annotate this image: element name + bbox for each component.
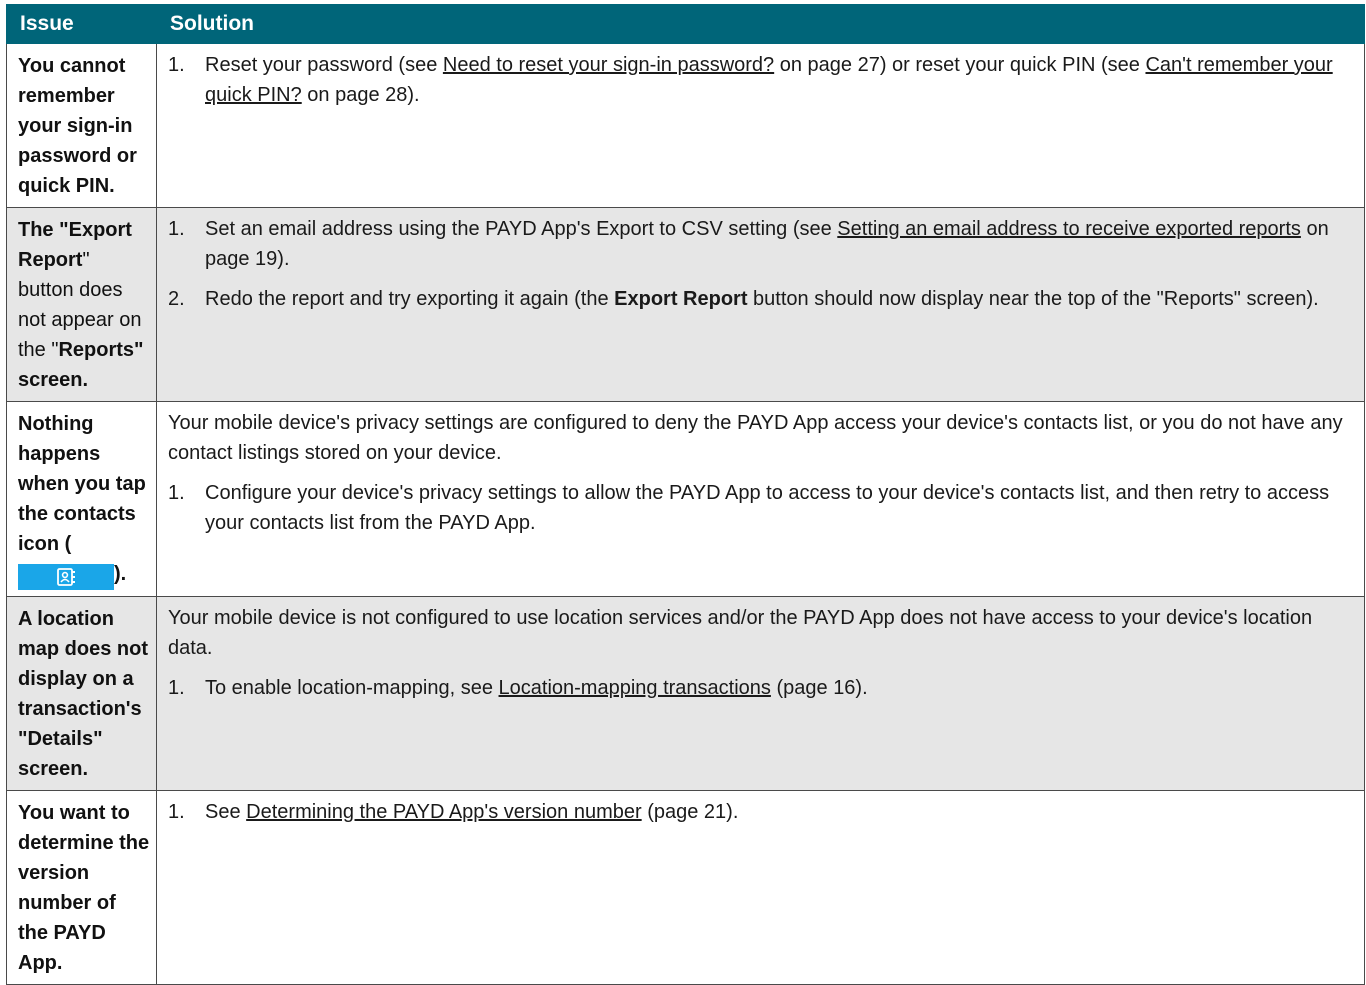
step-number: 1. [168,54,185,76]
step-number: 2. [168,288,185,310]
table-row: Nothing happens when you tap the contact… [6,401,1365,597]
solution-step: 1. To enable location-mapping, see Locat… [168,673,1346,703]
solution-step: 1. Set an email address using the PAYD A… [168,214,1346,274]
issue-text-part: Nothing happens when you tap the contact… [18,413,146,555]
table-row: The "Export Report" button does not appe… [6,207,1365,402]
step-number: 1. [168,482,185,504]
step-text-part: To enable location-mapping, see [205,677,499,699]
step-text-part: on page 27) or reset your quick PIN (see [774,54,1146,76]
header-solution: Solution [156,4,1365,44]
step-text: Configure your device's privacy settings… [205,482,1330,534]
issue-cell: Nothing happens when you tap the contact… [6,401,157,597]
solution-intro: Your mobile device is not configured to … [168,607,1313,659]
solution-cell: 1. Reset your password (see Need to rese… [156,43,1365,208]
step-text: Redo the report and try exporting it aga… [205,284,1346,314]
step-text-part: (page 21). [641,801,739,823]
issue-text-part: ). [114,563,127,585]
solution-step: 1. Configure your device's privacy setti… [168,478,1346,538]
table-row: A location map does not display on a tra… [6,596,1365,791]
set-email-address-link[interactable]: Setting an email address to receive expo… [837,218,1301,240]
solution-cell: 1. Set an email address using the PAYD A… [156,207,1365,402]
issue-cell: You cannot remember your sign-in passwor… [6,43,157,208]
step-number: 1. [168,677,185,699]
step-text: See Determining the PAYD App's version n… [205,797,1346,827]
step-text: Set an email address using the PAYD App'… [205,214,1346,274]
step-text: Reset your password (see Need to reset y… [205,50,1346,110]
step-text-part: on page 28). [301,84,420,106]
location-mapping-link[interactable]: Location-mapping transactions [499,677,771,699]
issue-text: You want to determine the version number… [18,802,150,974]
solution-step: 2. Redo the report and try exporting it … [168,284,1346,314]
issue-text-part: The " [18,219,69,241]
step-text-part: Redo the report and try exporting it aga… [205,288,615,310]
step-text-part: (page 16). [770,677,868,699]
step-number: 1. [168,218,185,240]
solution-cell: 1. See Determining the PAYD App's versio… [156,790,1365,985]
solution-step: 1. Reset your password (see Need to rese… [168,50,1346,110]
issue-text-part: Reports [58,339,135,361]
solution-step: 1. See Determining the PAYD App's versio… [168,797,1346,827]
step-text-part: Reset your password (see [205,54,443,76]
step-text-part: Set an email address using the PAYD App'… [205,218,838,240]
issue-cell: A location map does not display on a tra… [6,596,157,791]
step-number: 1. [168,801,185,823]
troubleshooting-table: Issue Solution You cannot remember your … [6,4,1365,985]
header-issue: Issue [6,4,157,44]
step-text-part: See [205,801,247,823]
issue-text-part: Details [27,728,94,750]
solution-cell: Your mobile device is not configured to … [156,596,1365,791]
solution-intro: Your mobile device's privacy settings ar… [168,412,1343,464]
issue-cell: You want to determine the version number… [6,790,157,985]
version-number-link[interactable]: Determining the PAYD App's version numbe… [246,801,642,823]
step-text: To enable location-mapping, see Location… [205,673,1346,703]
table-header-row: Issue Solution [6,4,1365,44]
step-text-part: button should now display near the top o… [747,288,1319,310]
step-bold-text: Export Report [614,288,748,310]
solution-cell: Your mobile device's privacy settings ar… [156,401,1365,597]
table-row: You cannot remember your sign-in passwor… [6,43,1365,208]
contacts-icon [18,564,114,590]
issue-text: You cannot remember your sign-in passwor… [18,55,137,197]
issue-cell: The "Export Report" button does not appe… [6,207,157,402]
table-row: You want to determine the version number… [6,790,1365,985]
reset-password-link[interactable]: Need to reset your sign-in password? [443,54,774,76]
